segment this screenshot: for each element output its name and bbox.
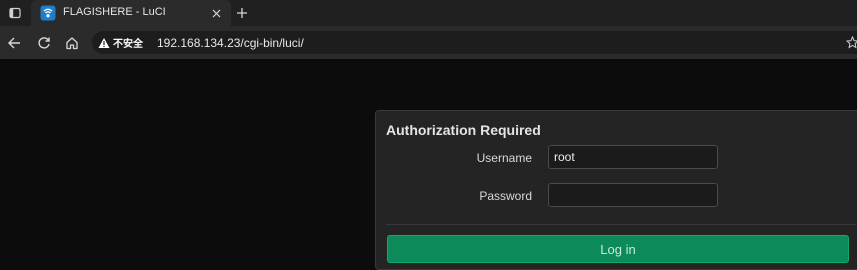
back-arrow-icon [8,37,20,49]
password-input[interactable] [548,183,718,207]
tab-actions-icon [9,7,21,19]
refresh-icon [38,37,50,49]
password-label: Password [479,189,532,203]
login-button[interactable]: Log in [387,235,849,263]
tab-title: FLAGISHERE - LuCI [63,6,166,18]
back-button[interactable] [4,33,24,53]
username-input[interactable] [548,145,718,169]
page-viewport: Authorization Required Username Password… [0,59,857,270]
address-bar[interactable]: 不安全 192.168.134.23/cgi-bin/luci/ [92,31,857,54]
home-icon [66,37,78,50]
plus-icon [237,8,247,18]
browser-tab[interactable]: FLAGISHERE - LuCI [31,0,231,26]
security-label: 不安全 [113,39,143,50]
tab-close-button[interactable] [209,6,223,20]
username-label: Username [476,151,532,165]
tab-actions-button[interactable] [6,4,24,22]
warning-triangle-icon [98,37,110,48]
new-tab-button[interactable] [233,4,251,22]
home-button[interactable] [62,33,82,53]
panel-title: Authorization Required [386,122,541,138]
favorite-button[interactable] [845,35,857,50]
url-text[interactable]: 192.168.134.23/cgi-bin/luci/ [157,36,304,50]
close-icon [212,9,220,17]
browser-nav-bar: 不安全 192.168.134.23/cgi-bin/luci/ [0,26,857,59]
star-icon [846,36,857,49]
security-indicator[interactable]: 不安全 [98,35,143,50]
panel-divider [386,224,856,225]
browser-tab-bar: FLAGISHERE - LuCI [0,0,857,26]
refresh-button[interactable] [34,33,54,53]
openwrt-favicon-icon [40,5,56,21]
login-panel: Authorization Required Username Password… [375,110,857,270]
